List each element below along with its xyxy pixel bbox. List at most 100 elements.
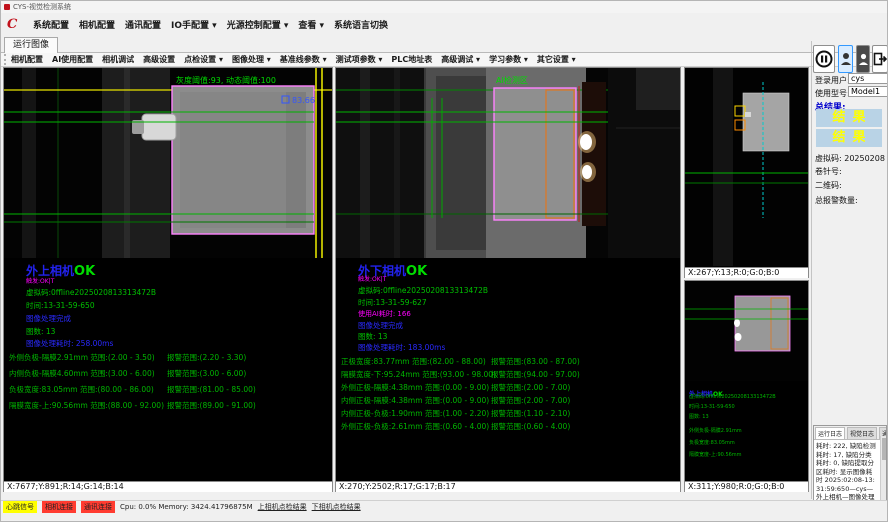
upper-camera-image[interactable]: 灰度阈值:93, 动态阈值:100 83.66 — [4, 68, 332, 258]
login-user-button[interactable] — [838, 45, 853, 73]
tool-advanced-settings[interactable]: 高级设置 — [143, 54, 175, 65]
log-panel: 运行日志 视觉日志 通讯日志 耗时: 222, 缺陷检测耗时: 17, 缺陷分类… — [813, 425, 887, 501]
alarm-range: 报警范围:(2.00 - 7.00) — [491, 395, 570, 406]
menu-language-switch[interactable]: 系统语言切换 — [334, 18, 388, 31]
lower-camera-panel: AI检测区 外下相机OK 触发:OK|T 虚拟码:0ffline20250208… — [335, 67, 681, 492]
tool-baseline-params[interactable]: 基准线参数 ▾ — [280, 54, 327, 65]
tool-advanced-debug[interactable]: 高级调试 ▾ — [441, 54, 480, 65]
lower-camera-statusline: X:270;Y:2502;R:17;G:17;B:17 — [336, 481, 680, 492]
thumbnail-bottom-statusline: X:311;Y:980;R:0;G:0;B:0 — [685, 481, 808, 492]
model-field[interactable] — [848, 86, 888, 97]
menu-system-config[interactable]: 系统配置 — [33, 18, 69, 31]
measurement-value: 内侧正极-负极:1.90mm 范围:(1.00 - 2.20) — [341, 408, 489, 419]
thumbnail-bottom-image[interactable] — [685, 281, 808, 381]
measurement-value: 负极宽度:83.05mm 范围:(80.00 - 86.00) — [9, 384, 154, 395]
ai-region-label: AI检测区 — [496, 75, 528, 85]
alarm-range: 报警范围:(81.00 - 85.00) — [167, 384, 256, 395]
comm-connect-badge: 通讯连接 — [81, 501, 115, 513]
window-title: CYS-视觉检测系统 — [13, 2, 71, 12]
upper-camera-check-link[interactable]: 上相机点检结果 — [258, 502, 307, 512]
tool-ai-usage-config[interactable]: AI使用配置 — [52, 54, 93, 65]
thumbnail-top-image[interactable] — [685, 68, 808, 266]
menu-io-config[interactable]: IO手配置 ▾ — [171, 18, 217, 31]
thumbnail-top-statusline: X:267;Y:13;R:0;G:0;B:0 — [685, 267, 808, 278]
upper-camera-statusline: X:7677;Y:891;R:14;G:14;B:14 — [4, 481, 332, 492]
toolbar: 相机配置 AI使用配置 相机调试 高级设置 点检设置 ▾ 图像处理 ▾ 基准线参… — [1, 53, 888, 67]
upper-count-text: 图数: 13 — [26, 326, 55, 337]
exit-button[interactable] — [872, 45, 888, 73]
user-icon — [840, 52, 852, 66]
measurement-value: 正极宽度:83.77mm 范围:(82.00 - 88.00) — [341, 356, 486, 367]
lower-count-text: 图数: 13 — [358, 331, 387, 342]
measurement-row: 内侧正极-隔膜:4.38mm 范围:(0.00 - 9.00) 报警范围:(2.… — [336, 395, 680, 405]
menu-camera-config[interactable]: 相机配置 — [79, 18, 115, 31]
log-tab-run[interactable]: 运行日志 — [815, 427, 845, 439]
measurement-row: 隔膜宽度-下:95.24mm 范围:(93.00 - 98.00) 报警范围:(… — [336, 369, 680, 379]
thumbnail-top-panel: X:267;Y:13;R:0;G:0;B:0 — [684, 67, 809, 278]
thumb-text-line: 时间:13-31-59-650 — [689, 403, 735, 410]
measurement-row: 正极宽度:83.77mm 范围:(82.00 - 88.00) 报警范围:(83… — [336, 356, 680, 366]
lower-camera-check-link[interactable]: 下相机点检结果 — [312, 502, 361, 512]
measurement-row: 外侧正极-负极:2.61mm 范围:(0.60 - 4.00) 报警范围:(0.… — [336, 421, 680, 431]
lower-code-text: 虚拟码:0ffline2025020813313472B — [358, 285, 488, 296]
alarm-range: 报警范围:(94.00 - 97.00) — [491, 369, 580, 380]
measurement-value: 隔膜宽度-上:90.56mm 范围:(88.00 - 92.00) — [9, 400, 164, 411]
status-bar: 心跳信号 相机连接 通讯连接 Cpu: 0.0% Memory: 3424.41… — [1, 500, 888, 513]
toolbar-grip[interactable] — [4, 54, 6, 65]
virtual-code-label: 虚拟码: 20250208 — [815, 153, 885, 164]
tool-image-processing[interactable]: 图像处理 ▾ — [232, 54, 271, 65]
login-user-field[interactable] — [848, 73, 888, 84]
lower-camera-result: OK — [406, 264, 427, 279]
heartbeat-badge: 心跳信号 — [3, 501, 37, 513]
alarm-range: 报警范围:(1.10 - 2.10) — [491, 408, 570, 419]
measurement-value: 外侧正极-负极:2.61mm 范围:(0.60 - 4.00) — [341, 421, 489, 432]
pause-button[interactable] — [813, 45, 835, 73]
thumb-text-line: 图数: 13 — [689, 413, 709, 420]
alarm-range: 报警范围:(0.60 - 4.00) — [491, 421, 570, 432]
result-badge-2: 结果 — [816, 129, 882, 147]
measurement-row: 隔膜宽度-上:90.56mm 范围:(88.00 - 92.00) 报警范围:(… — [4, 400, 332, 410]
lower-camera-image[interactable]: AI检测区 — [336, 68, 680, 258]
menu-view[interactable]: 查看 ▾ — [298, 18, 324, 31]
upper-camera-result: OK — [74, 264, 95, 279]
measurement-value: 隔膜宽度-下:95.24mm 范围:(93.00 - 98.00) — [341, 369, 496, 380]
alarm-count-label: 总报警数量: — [815, 195, 858, 206]
exit-door-icon — [873, 52, 887, 66]
alarm-range: 报警范围:(83.00 - 87.00) — [491, 356, 580, 367]
qr-code-label: 二维码: — [815, 180, 842, 191]
log-scrollbar[interactable] — [880, 436, 886, 500]
login-user-label: 登录用户: — [815, 75, 850, 86]
menu-comm-config[interactable]: 通讯配置 — [125, 18, 161, 31]
user-gear-icon — [858, 53, 869, 66]
lower-trigger-text: 触发:OK|T — [358, 274, 386, 283]
tool-plc-address-table[interactable]: PLC地址表 — [391, 54, 432, 65]
menu-light-control[interactable]: 光源控制配置 ▾ — [227, 18, 289, 31]
thumb-text-line: 负极宽度:83.05mm — [689, 439, 735, 446]
pause-icon — [815, 50, 833, 68]
tab-run-image[interactable]: 运行图像 — [4, 37, 58, 53]
result-badge-1: 结果 — [816, 109, 882, 127]
threshold-overlay-label: 灰度阈值:93, 动态阈值:100 — [176, 75, 276, 85]
measurement-row: 负极宽度:83.05mm 范围:(80.00 - 86.00) 报警范围:(81… — [4, 384, 332, 394]
log-tab-vision[interactable]: 视觉日志 — [847, 427, 877, 439]
measure-tag-label: 83.66 — [292, 96, 315, 105]
tool-test-item-params[interactable]: 测试项参数 ▾ — [336, 54, 383, 65]
alarm-range: 报警范围:(2.20 - 3.30) — [167, 352, 246, 363]
lower-done-text: 图像处理完成 — [358, 320, 403, 331]
log-content: 耗时: 222, 缺陷检测耗时: 17, 缺陷分类耗时: 0, 缺陷提取分区耗时… — [814, 440, 886, 501]
user-settings-button[interactable] — [856, 45, 870, 73]
tool-spot-check[interactable]: 点检设置 ▾ — [184, 54, 223, 65]
tool-camera-debug[interactable]: 相机调试 — [102, 54, 134, 65]
tool-other-settings[interactable]: 其它设置 ▾ — [537, 54, 576, 65]
tool-learning-params[interactable]: 学习参数 ▾ — [489, 54, 528, 65]
thumb-text-line: 隔膜宽度-上:90.56mm — [689, 451, 742, 458]
measurement-value: 内侧负极-隔膜4.60mm 范围:(3.00 - 6.00) — [9, 368, 155, 379]
tool-camera-config[interactable]: 相机配置 — [11, 54, 43, 65]
app-window: CYS-视觉检测系统 C 系统配置 相机配置 通讯配置 IO手配置 ▾ 光源控制… — [0, 0, 888, 522]
app-icon — [4, 4, 10, 10]
lower-elapsed-text: 图像处理耗时: 183.00ms — [358, 342, 445, 353]
alarm-range: 报警范围:(3.00 - 6.00) — [167, 368, 246, 379]
upper-trigger-text: 触发:OK|T — [26, 276, 54, 285]
log-tab-strip: 运行日志 视觉日志 通讯日志 — [814, 426, 886, 440]
lower-time-text: 时间:13-31-59-627 — [358, 297, 427, 308]
